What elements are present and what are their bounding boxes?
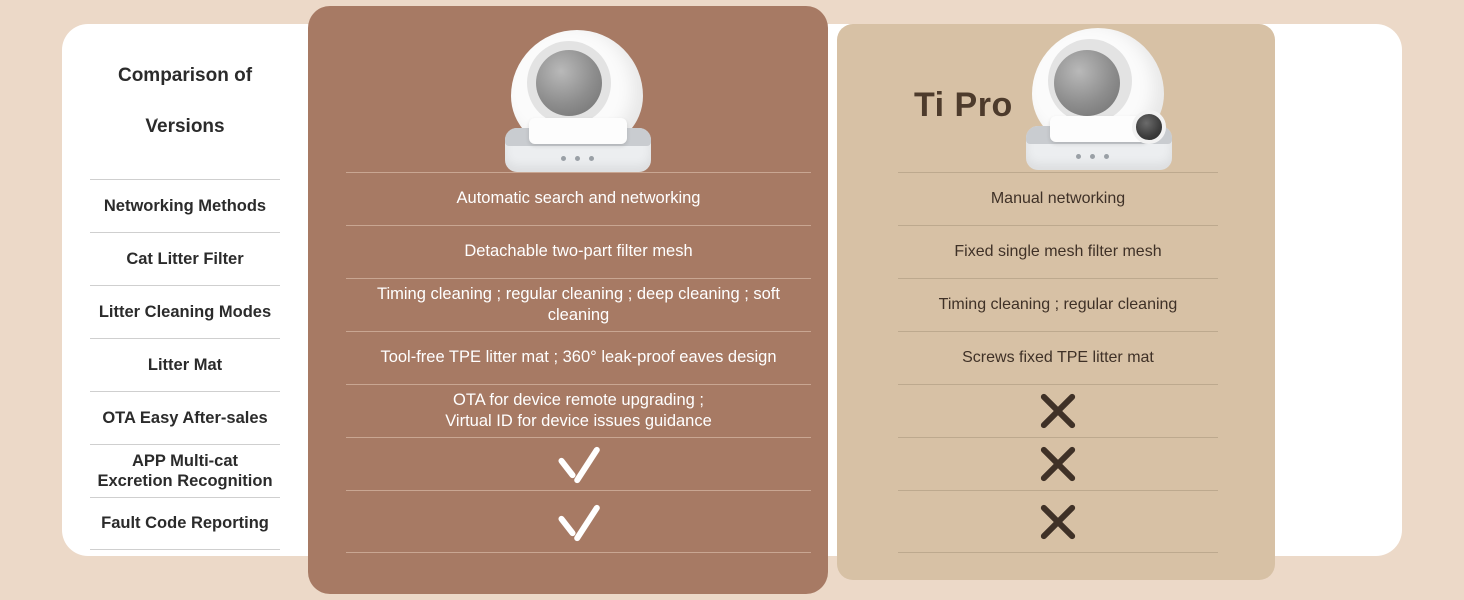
cell-text: Automatic search and networking <box>456 189 701 208</box>
tipro-column-title: Ti Pro <box>914 86 1013 124</box>
tipro-cell-litter-mat: Screws fixed TPE litter mat <box>898 331 1218 384</box>
label-text: APP Multi-cat Excretion Recognition <box>97 451 272 491</box>
cross-icon <box>1035 388 1081 434</box>
page-title: Comparison of Versions <box>62 24 308 179</box>
feature-label-app-multi-cat-excretion-recognition: APP Multi-cat Excretion Recognition <box>90 444 280 497</box>
cell-text: Manual networking <box>990 189 1126 207</box>
tipro-cell-cat-litter-filter: Fixed single mesh filter mesh <box>898 225 1218 278</box>
cell-text: Screws fixed TPE litter mat <box>962 348 1154 366</box>
tiplus-cell-litter-cleaning-modes: Timing cleaning ; regular cleaning ; dee… <box>346 278 811 331</box>
cross-icon <box>1035 441 1081 487</box>
cell-text: Detachable two-part filter mesh <box>464 242 693 261</box>
tipro-cell-app-multi-cat-excretion-recognition <box>898 437 1218 490</box>
cell-text-line1: OTA for device remote upgrading ; <box>453 390 704 409</box>
tipro-cell-ota-easy-after-sales <box>898 384 1218 437</box>
label-text: Fault Code Reporting <box>101 514 269 533</box>
cross-icon <box>1035 499 1081 545</box>
tiplus-cell-app-multi-cat-excretion-recognition <box>346 437 811 490</box>
tipro-cell-fault-code-reporting <box>898 490 1218 553</box>
cell-text: Tool-free TPE litter mat ; 360° leak-pro… <box>380 348 777 367</box>
cell-text: OTA for device remote upgrading ; Virtua… <box>445 390 712 433</box>
label-text: Networking Methods <box>103 196 267 215</box>
feature-label-litter-mat: Litter Mat <box>90 338 280 391</box>
label-text: OTA Easy After-sales <box>102 408 268 427</box>
cell-text: Timing cleaning ; regular cleaning ; dee… <box>377 284 780 324</box>
feature-label-column: Comparison of Versions Networking Method… <box>62 24 308 556</box>
tiplus-cell-litter-mat: Tool-free TPE litter mat ; 360° leak-pro… <box>346 331 811 384</box>
feature-label-ota-easy-after-sales: OTA Easy After-sales <box>90 391 280 444</box>
comparison-infographic: Comparison of Versions Networking Method… <box>0 0 1464 600</box>
tiplus-cell-fault-code-reporting <box>346 490 811 553</box>
label-text: Litter Cleaning Modes <box>98 302 272 321</box>
cell-text: Fixed single mesh filter mesh <box>954 242 1162 260</box>
tiplus-cell-ota-easy-after-sales: OTA for device remote upgrading ; Virtua… <box>346 384 811 437</box>
tiplus-cell-networking-methods: Automatic search and networking <box>346 172 811 225</box>
litter-robot-icon-tiplus <box>503 26 653 176</box>
feature-label-fault-code-reporting: Fault Code Reporting <box>90 497 280 550</box>
feature-label-networking-methods: Networking Methods <box>90 179 280 232</box>
cell-text: Timing cleaning ; regular cleaning <box>938 295 1178 313</box>
feature-label-cat-litter-filter: Cat Litter Filter <box>90 232 280 285</box>
cell-text-line2: Virtual ID for device issues guidance <box>445 412 712 430</box>
litter-robot-icon-tipro <box>1024 24 1174 174</box>
label-text: Cat Litter Filter <box>126 249 244 268</box>
tipro-cell-litter-cleaning-modes: Timing cleaning ; regular cleaning <box>898 278 1218 331</box>
tiplus-cell-cat-litter-filter: Detachable two-part filter mesh <box>346 225 811 278</box>
feature-label-litter-cleaning-modes: Litter Cleaning Modes <box>90 285 280 338</box>
check-icon <box>548 444 610 484</box>
tipro-cell-networking-methods: Manual networking <box>898 172 1218 225</box>
tiplus-column-title: Ti+ <box>114 92 165 130</box>
label-text-line1: APP Multi-cat <box>131 451 239 470</box>
label-text-line2: Excretion Recognition <box>97 472 273 490</box>
check-icon <box>548 502 610 542</box>
label-text: Litter Mat <box>147 355 223 374</box>
page-title-line1: Comparison of <box>117 65 253 87</box>
